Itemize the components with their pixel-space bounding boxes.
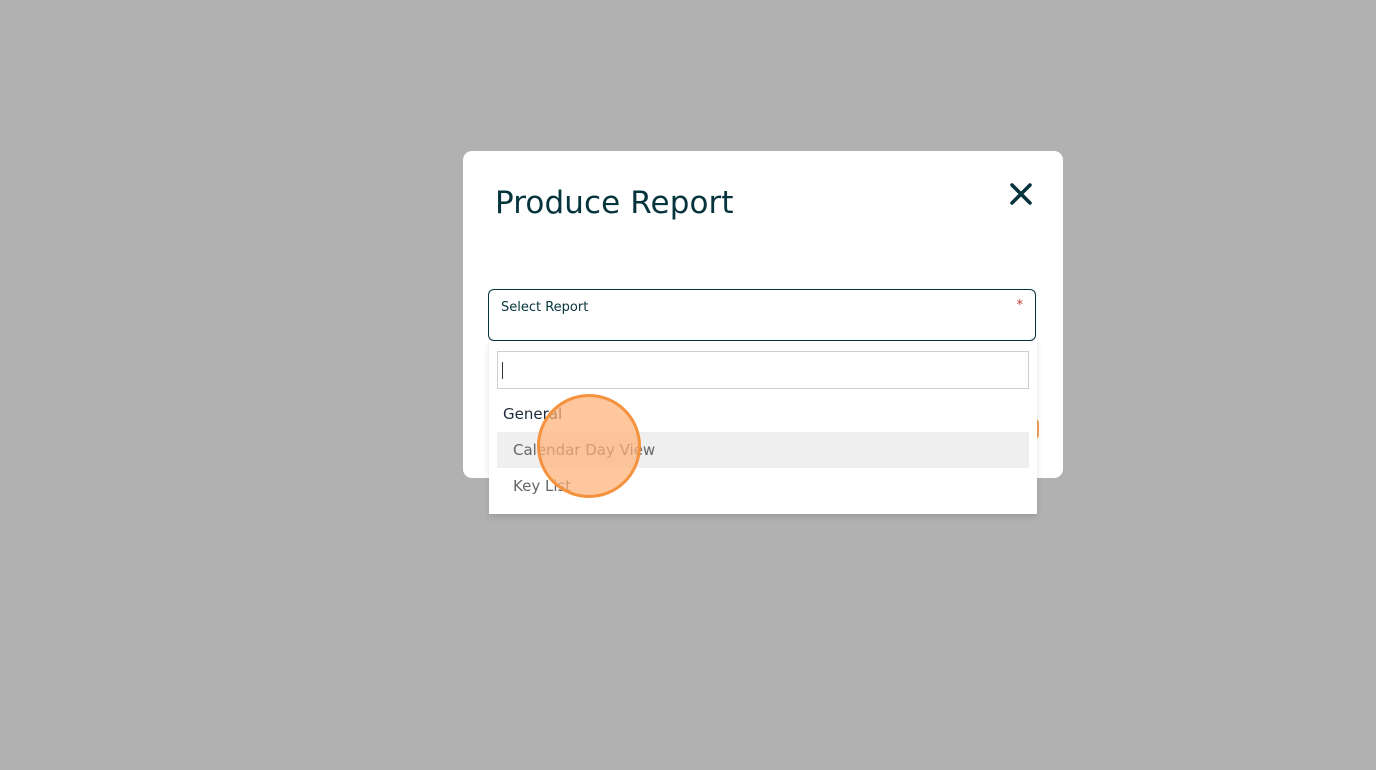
modal-title: Produce Report	[495, 185, 734, 221]
report-dropdown: General Calendar Day View Key List	[489, 341, 1037, 514]
select-report-label: Select Report	[501, 300, 589, 315]
close-icon	[1010, 183, 1032, 205]
dropdown-search-input[interactable]	[498, 352, 1028, 388]
select-report-field[interactable]: Select Report *	[488, 289, 1036, 341]
option-calendar-day-view[interactable]: Calendar Day View	[497, 432, 1029, 468]
required-marker: *	[1016, 298, 1024, 313]
text-caret	[502, 362, 503, 379]
option-group-general: General	[503, 405, 563, 423]
close-button[interactable]	[1003, 173, 1039, 213]
option-key-list[interactable]: Key List	[497, 468, 1029, 504]
dropdown-search-box[interactable]	[497, 351, 1029, 389]
